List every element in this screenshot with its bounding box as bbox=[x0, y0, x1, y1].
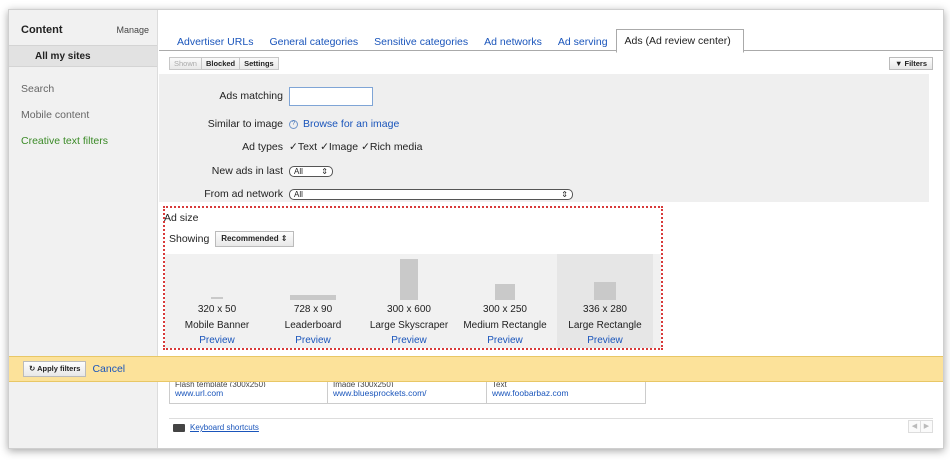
help-icon[interactable]: ? bbox=[289, 119, 298, 129]
sidebar: Content Manage All my sites Search Mobil… bbox=[9, 10, 158, 448]
ad-network-label: From ad network bbox=[204, 188, 283, 200]
ad-size-section: Ad size Showing Recommended ⇕ 320 x 50 M… bbox=[163, 206, 663, 350]
ad-size-thumbnail bbox=[211, 297, 223, 299]
preview-link[interactable]: Preview bbox=[457, 335, 553, 346]
sidebar-item-creative-text-filters[interactable]: Creative text filters bbox=[9, 135, 157, 147]
sidebar-title: Content bbox=[21, 24, 63, 36]
ad-size-option[interactable]: 320 x 50 Mobile Banner Preview bbox=[169, 254, 265, 348]
preview-link[interactable]: Preview bbox=[361, 335, 457, 346]
blocked-toggle[interactable]: Blocked bbox=[200, 56, 241, 70]
ad-size-option[interactable]: 300 x 600 Large Skyscraper Preview bbox=[361, 254, 457, 348]
app-window: Content Manage All my sites Search Mobil… bbox=[8, 9, 944, 449]
tab-ad-networks[interactable]: Ad networks bbox=[476, 36, 550, 52]
ad-size-thumbnail bbox=[290, 295, 336, 300]
preview-link[interactable]: Preview bbox=[557, 335, 653, 346]
select-arrows-icon: ⇕ bbox=[561, 189, 568, 199]
tab-general-categories[interactable]: General categories bbox=[261, 36, 366, 52]
shown-toggle[interactable]: Shown bbox=[169, 56, 202, 70]
settings-toggle[interactable]: Settings bbox=[239, 56, 279, 70]
tab-advertiser-urls[interactable]: Advertiser URLs bbox=[169, 36, 261, 52]
ad-type-text-checkbox[interactable]: ✓Text bbox=[289, 141, 317, 153]
tab-bar: Advertiser URLs General categories Sensi… bbox=[169, 28, 744, 53]
manage-link[interactable]: Manage bbox=[116, 25, 149, 35]
showing-label: Showing bbox=[169, 233, 210, 245]
tab-sensitive-categories[interactable]: Sensitive categories bbox=[366, 36, 476, 52]
ad-size-options: 320 x 50 Mobile Banner Preview 728 x 90 … bbox=[165, 254, 661, 348]
ad-types-label: Ad types bbox=[242, 141, 283, 153]
ads-matching-input[interactable] bbox=[289, 86, 373, 106]
filters-button[interactable]: ▼ Filters bbox=[888, 56, 933, 70]
ad-network-select[interactable]: All ⇕ bbox=[289, 188, 573, 200]
ad-size-option[interactable]: 300 x 250 Medium Rectangle Preview bbox=[457, 254, 553, 348]
preview-link[interactable]: Preview bbox=[265, 335, 361, 346]
ad-type-rich-media-checkbox[interactable]: ✓Rich media bbox=[361, 141, 422, 153]
browse-image-link[interactable]: Browse for an image bbox=[303, 118, 399, 130]
tab-ad-serving[interactable]: Ad serving bbox=[550, 36, 616, 52]
showing-select[interactable]: Recommended ⇕ bbox=[215, 231, 294, 247]
cancel-link[interactable]: Cancel bbox=[92, 363, 125, 375]
ad-size-thumbnail bbox=[400, 259, 418, 300]
preview-link[interactable]: Preview bbox=[169, 335, 265, 346]
apply-filters-button[interactable]: ↻ Apply filters bbox=[23, 361, 87, 377]
sidebar-item-search[interactable]: Search bbox=[9, 83, 157, 95]
sidebar-item-all-sites[interactable]: All my sites bbox=[9, 45, 157, 67]
ads-matching-label: Ads matching bbox=[219, 90, 283, 102]
ad-size-thumbnail bbox=[594, 282, 616, 300]
tab-ads-review-center[interactable]: Ads (Ad review center) bbox=[615, 29, 744, 53]
ad-size-thumbnail bbox=[495, 284, 515, 300]
ad-size-option[interactable]: 728 x 90 Leaderboard Preview bbox=[265, 254, 361, 348]
new-ads-select[interactable]: All ⇕ bbox=[289, 165, 333, 177]
similar-image-label: Similar to image bbox=[207, 118, 283, 130]
ad-size-option-selected[interactable]: 336 x 280 Large Rectangle Preview bbox=[557, 254, 653, 348]
apply-filters-bar: ↻ Apply filters Cancel bbox=[9, 356, 943, 382]
sidebar-item-mobile-content[interactable]: Mobile content bbox=[9, 109, 157, 121]
ad-type-image-checkbox[interactable]: ✓Image bbox=[320, 141, 358, 153]
ad-size-title: Ad size bbox=[164, 212, 199, 224]
select-arrows-icon: ⇕ bbox=[321, 166, 328, 176]
filter-form: Ads matching Similar to image ? Browse f… bbox=[159, 74, 929, 202]
view-toggle-bar: Shown Blocked Settings ▼ Filters bbox=[169, 55, 933, 71]
new-ads-label: New ads in last bbox=[211, 165, 283, 177]
